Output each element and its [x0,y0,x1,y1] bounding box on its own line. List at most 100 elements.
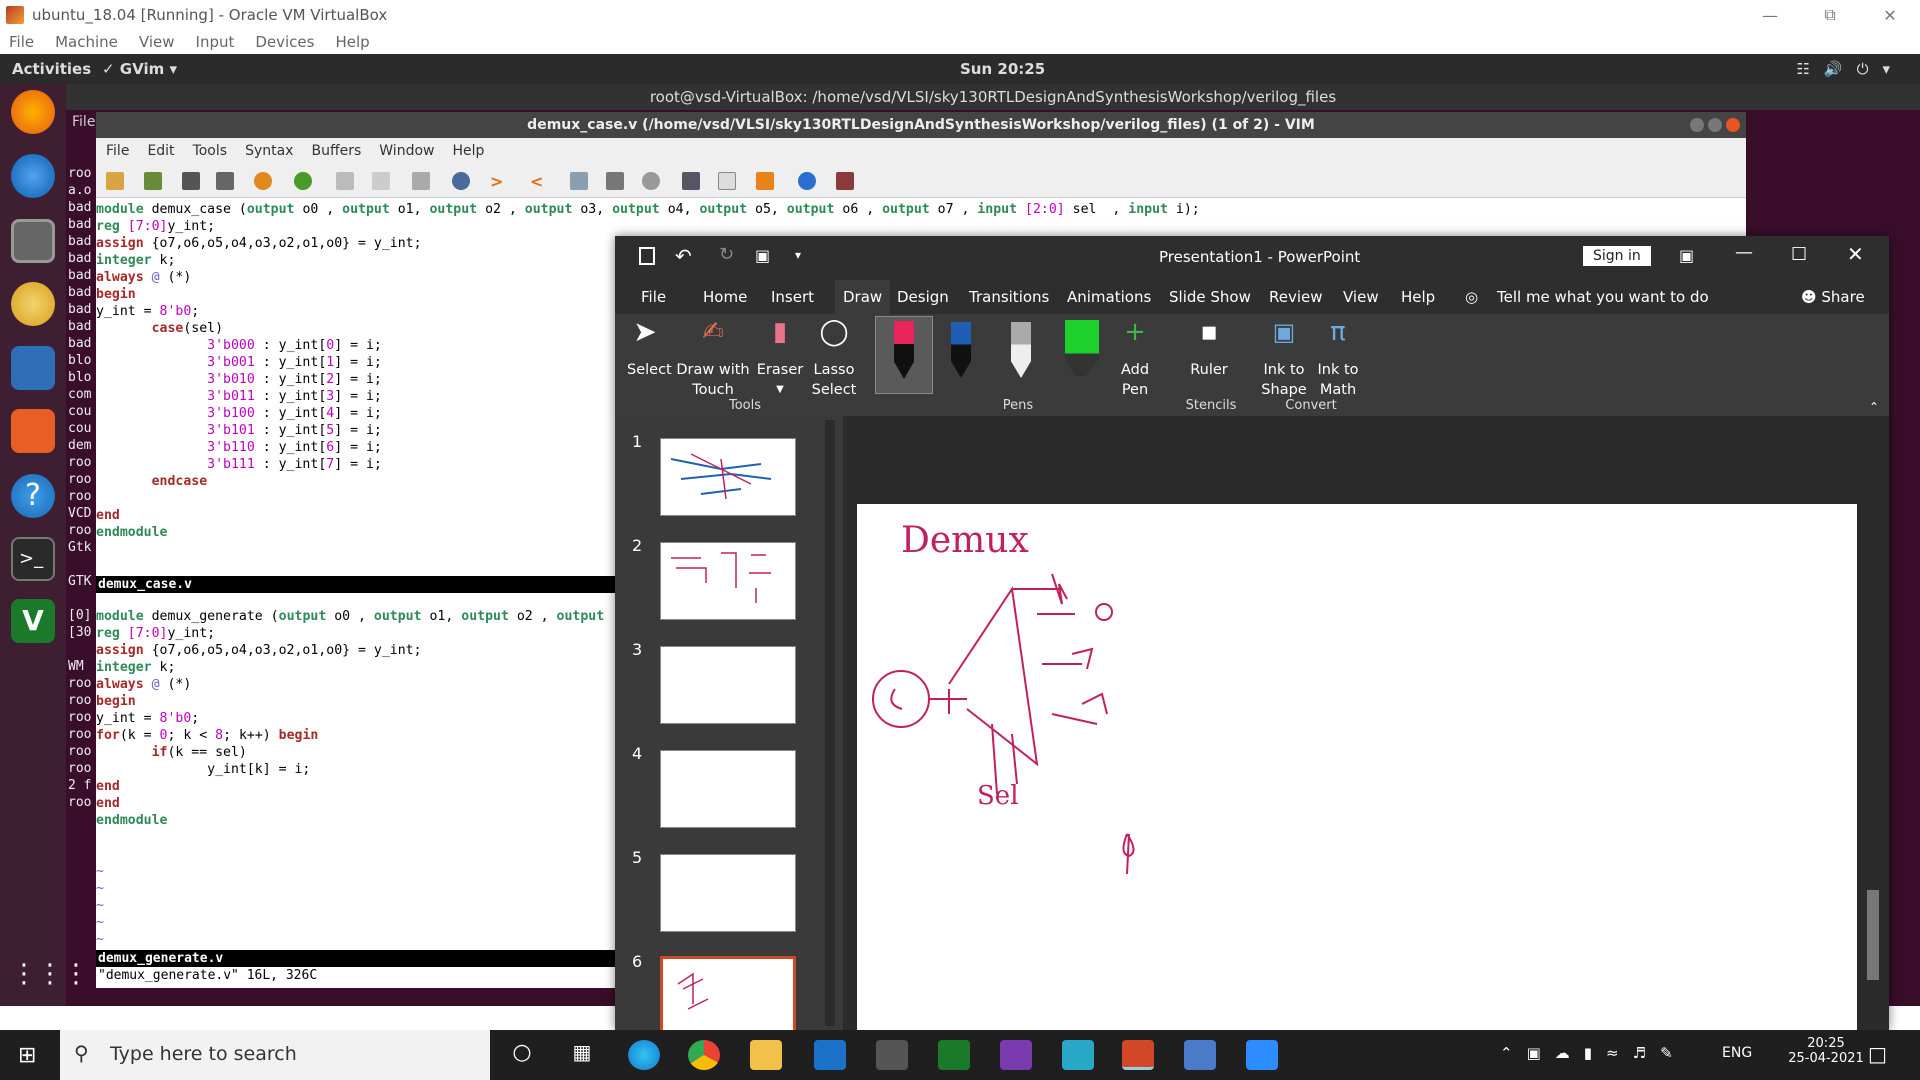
vbox-menu-devices[interactable]: Devices [255,33,314,51]
make-icon[interactable] [682,172,700,190]
tab-file[interactable]: File [641,288,666,306]
onenote-icon[interactable] [1000,1040,1032,1070]
gvim-menu-tools[interactable]: Tools [193,143,228,159]
thumb-scrollbar[interactable] [825,420,835,1026]
gvim-menu-help[interactable]: Help [452,143,484,159]
terminal-file-menu[interactable]: File [72,114,95,130]
find-icon[interactable] [452,172,470,190]
ink-to-shape[interactable]: ▣ Ink to Shape [1259,320,1309,400]
tab-view[interactable]: View [1343,288,1379,306]
ctags-icon[interactable] [756,172,774,190]
load-session-icon[interactable] [570,172,588,190]
add-pen[interactable]: + Add Pen [1113,319,1157,400]
show-apps-icon[interactable]: ⋮⋮⋮ [11,952,89,996]
share-button[interactable]: ☻ Share [1801,288,1865,306]
tell-me-search[interactable]: Tell me what you want to do [1497,288,1709,306]
help-icon[interactable] [798,172,816,190]
gvim-menu-file[interactable]: File [106,143,129,159]
slide-thumb-1[interactable] [660,438,796,516]
minimize-icon[interactable] [1690,118,1704,132]
tab-help[interactable]: Help [1401,288,1435,306]
shell-icon[interactable] [718,172,736,190]
paste-icon[interactable] [412,172,430,190]
undo-icon[interactable]: ↶ [675,244,692,268]
writer-icon[interactable] [11,346,55,390]
tab-transitions[interactable]: Transitions [969,288,1049,306]
eraser-tool[interactable]: ▮ Eraser ▼ [755,319,805,400]
draw-with-touch[interactable]: ✍ Draw with Touch [675,319,751,400]
ribbon-display-icon[interactable]: ▣ [1679,246,1694,265]
app-w-icon[interactable] [1062,1040,1094,1070]
canvas-scrollbar[interactable] [1867,420,1879,1026]
save-icon[interactable] [639,247,655,265]
edge-icon[interactable] [628,1040,660,1070]
undo-icon[interactable] [254,172,272,190]
software-icon[interactable] [11,409,55,453]
tab-design[interactable]: Design [897,288,949,306]
slide-thumb-6[interactable] [660,956,796,1036]
vbox-menu-file[interactable]: File [9,33,34,51]
tab-review[interactable]: Review [1269,288,1323,306]
store-icon[interactable] [876,1040,908,1070]
zoom-icon[interactable] [1246,1040,1278,1070]
close-icon[interactable]: ✕ [1847,242,1864,266]
slide-thumb-2[interactable] [660,542,796,620]
thunderbird-icon[interactable] [11,154,55,198]
redo-icon[interactable]: ↻ [719,244,734,265]
save-icon[interactable] [144,172,162,190]
gvim-taskbar-icon[interactable] [938,1040,970,1070]
select-tool[interactable]: ➤ Select [627,318,672,380]
close-icon[interactable] [1726,118,1740,132]
notifications-icon[interactable]: □ [1868,1042,1887,1066]
file-explorer-icon[interactable] [750,1040,782,1070]
find-prev-icon[interactable]: < [530,172,548,191]
tab-insert[interactable]: Insert [771,288,814,306]
help-icon[interactable]: ? [11,474,55,518]
find-help-icon[interactable] [836,172,854,190]
highlighter-green[interactable] [1065,320,1099,376]
gvim-menu-edit[interactable]: Edit [147,143,174,159]
mail-icon[interactable] [814,1040,846,1070]
taskbar-search[interactable]: ⚲ Type here to search [60,1030,490,1080]
code-bottom-pane[interactable]: module demux_generate (output o0 , outpu… [96,608,604,948]
cortana-icon[interactable]: ○ [506,1040,538,1070]
touch-mode-icon[interactable]: ▣ [755,246,770,265]
rhythmbox-icon[interactable] [11,282,55,326]
vbox-menu-input[interactable]: Input [196,33,235,51]
chrome-icon[interactable] [688,1040,720,1070]
pen-blue[interactable] [951,322,971,378]
lasso-select[interactable]: ◯ Lasso Select [809,319,859,400]
tab-draw[interactable]: Draw [835,280,891,314]
powerpoint-taskbar-icon[interactable] [1122,1040,1154,1070]
tab-slideshow[interactable]: Slide Show [1169,288,1251,306]
pen-red[interactable] [875,316,933,394]
current-slide[interactable]: Demux Sel [857,504,1857,1030]
collapse-ribbon-icon[interactable]: ⌃ [1869,400,1879,414]
redo-icon[interactable] [294,172,312,190]
slide-thumb-3[interactable] [660,646,796,724]
files-icon[interactable] [11,219,55,263]
save-session-icon[interactable] [606,172,624,190]
ruler-tool[interactable]: ▪ Ruler [1187,319,1231,380]
activities-button[interactable]: Activities [12,60,91,78]
slide-thumb-5[interactable] [660,854,796,932]
find-next-icon[interactable]: > [490,172,508,191]
vbox-menu-view[interactable]: View [139,33,175,51]
terminal-icon[interactable]: >_ [11,537,55,581]
minimize-icon[interactable]: — [1735,242,1753,263]
pencil-gray[interactable] [1011,322,1031,378]
tab-animations[interactable]: Animations [1067,288,1151,306]
copy-icon[interactable] [372,172,390,190]
customize-qat-icon[interactable]: ▾ [795,248,801,262]
system-tray[interactable]: ☷ 🔊 ⏻ ▾ [1796,60,1890,78]
slide-thumb-4[interactable] [660,750,796,828]
firefox-icon[interactable] [11,90,55,134]
restore-icon[interactable]: ⧉ [1800,0,1860,30]
minimize-icon[interactable]: — [1740,0,1800,30]
task-view-icon[interactable]: ▦ [566,1040,598,1070]
close-icon[interactable]: ✕ [1860,0,1920,30]
maximize-icon[interactable]: ☐ [1791,244,1807,265]
vbox-menu-help[interactable]: Help [335,33,369,51]
sign-in-button[interactable]: Sign in [1583,246,1651,266]
language-indicator[interactable]: ENG [1722,1045,1752,1061]
